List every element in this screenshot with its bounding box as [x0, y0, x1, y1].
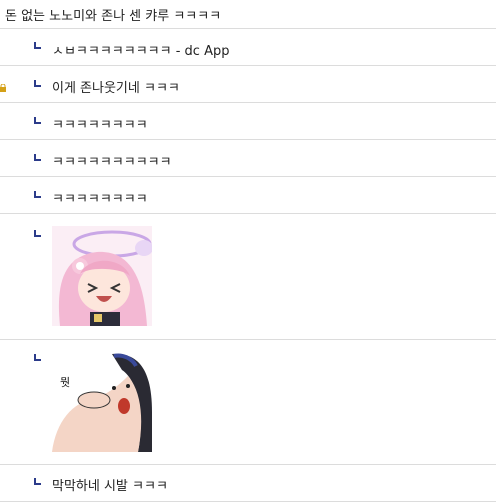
reply-arrow-icon — [34, 42, 41, 49]
reply-arrow-icon — [34, 80, 41, 87]
reply-row[interactable]: ㅅㅂㅋㅋㅋㅋㅋㅋㅋㅋ - dc App — [0, 29, 496, 66]
reply-text[interactable]: ㅋㅋㅋㅋㅋㅋㅋㅋㅋㅋ — [52, 151, 172, 170]
reply-row[interactable]: ㅋㅋㅋㅋㅋㅋㅋㅋ — [0, 103, 496, 140]
reply-text[interactable]: 막막하네 시발 ㅋㅋㅋ — [52, 475, 168, 494]
sticker-image[interactable]: 뭣 — [52, 352, 152, 452]
reply-row[interactable]: 이게 존나웃기네 ㅋㅋㅋ — [0, 66, 496, 103]
reply-arrow-icon — [34, 154, 41, 161]
reply-arrow-icon — [34, 478, 41, 485]
thread-title[interactable]: 돈 없는 노노미와 존나 센 캬루 ㅋㅋㅋㅋ — [5, 5, 221, 24]
thread-title-row[interactable]: 돈 없는 노노미와 존나 센 캬루 ㅋㅋㅋㅋ — [0, 0, 496, 29]
reply-text[interactable]: 이게 존나웃기네 ㅋㅋㅋ — [52, 77, 180, 96]
reply-text[interactable]: ㅋㅋㅋㅋㅋㅋㅋㅋ — [52, 114, 148, 133]
reply-row[interactable] — [0, 214, 496, 340]
reply-arrow-icon — [34, 230, 41, 237]
reply-row[interactable]: ㅋㅋㅋㅋㅋㅋㅋㅋㅋㅋ — [0, 140, 496, 177]
sticker-image[interactable] — [52, 226, 152, 326]
reply-arrow-icon — [34, 191, 41, 198]
reply-arrow-icon — [34, 117, 41, 124]
reply-text[interactable]: ㅋㅋㅋㅋㅋㅋㅋㅋ — [52, 188, 148, 207]
reply-arrow-icon — [34, 354, 41, 361]
reply-row[interactable]: 뭣 — [0, 340, 496, 465]
sticker-caption: 뭣 — [60, 375, 70, 389]
reply-row[interactable]: 막막하네 시발 ㅋㅋㅋ — [0, 465, 496, 502]
reply-row[interactable]: ㅋㅋㅋㅋㅋㅋㅋㅋ — [0, 177, 496, 214]
reply-text[interactable]: ㅅㅂㅋㅋㅋㅋㅋㅋㅋㅋ - dc App — [52, 40, 229, 59]
